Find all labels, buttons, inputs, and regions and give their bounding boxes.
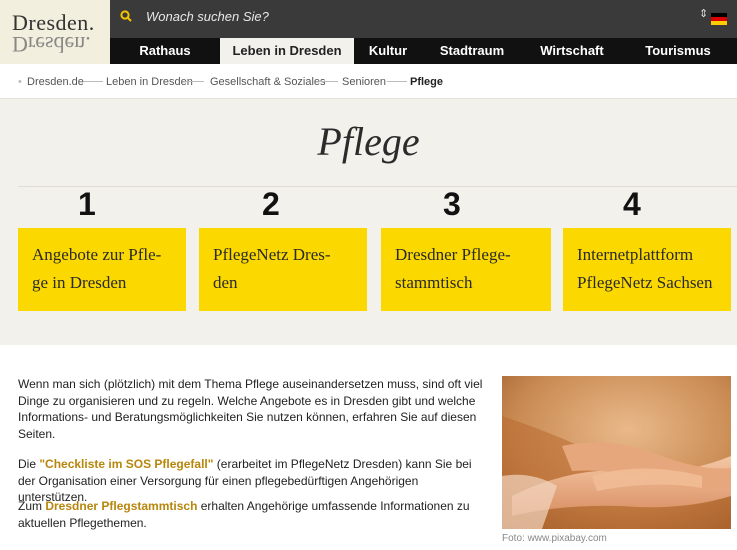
- nav-item-rathaus[interactable]: Rathaus: [110, 38, 220, 64]
- tile-angebote-zur-pflege[interactable]: Angebote zur Pfle- ge in Dresden: [18, 228, 186, 311]
- tile-dresdner-pflegestammtisch[interactable]: Dresdner Pflege- stammtisch: [381, 228, 551, 311]
- breadcrumb-item[interactable]: Gesellschaft & Soziales: [210, 76, 326, 88]
- breadcrumb-current: Pflege: [410, 76, 444, 88]
- intro-paragraph: Wenn man sich (plötzlich) mit dem Thema …: [18, 377, 483, 441]
- site-header: Dresden. Dresden. Wonach suchen Sie? ⇕ R…: [0, 0, 737, 64]
- breadcrumb-dot-icon: •: [18, 76, 22, 88]
- german-flag-icon: [711, 13, 727, 25]
- tile-label-line: Angebote zur Pfle-: [32, 245, 162, 264]
- tile-label-line: PflegeNetz Dres-: [213, 245, 331, 264]
- tile-number-3: 3: [443, 186, 461, 222]
- search-bar[interactable]: Wonach suchen Sie? ⇕: [110, 0, 737, 38]
- language-selector[interactable]: ⇕: [695, 8, 733, 27]
- nav-item-kultur[interactable]: Kultur: [354, 38, 422, 64]
- tile-number-2: 2: [262, 186, 280, 222]
- nav-item-leben-in-dresden[interactable]: Leben in Dresden: [220, 38, 354, 64]
- updown-arrows-icon: ⇕: [699, 8, 709, 20]
- tile-label-line: stammtisch: [395, 273, 473, 292]
- breadcrumb-item[interactable]: Dresden.de: [27, 76, 84, 88]
- tile-label-line: ge in Dresden: [32, 273, 127, 292]
- breadcrumb-separator: [387, 81, 407, 82]
- search-icon[interactable]: [120, 10, 132, 22]
- tile-pflegenetz-dresden[interactable]: PflegeNetz Dres- den: [199, 228, 367, 311]
- nav-item-stadtraum[interactable]: Stadtraum: [422, 38, 522, 64]
- paragraph-text: Die: [18, 457, 40, 471]
- checkliste-link[interactable]: "Checkliste im SOS Pflegefall": [39, 457, 213, 471]
- tile-label-line: Internetplattform: [577, 245, 694, 264]
- breadcrumb-separator: [83, 81, 103, 82]
- nav-item-wirtschaft[interactable]: Wirtschaft: [522, 38, 622, 64]
- photo-caption: Foto: www.pixabay.com: [502, 533, 607, 544]
- tile-number-1: 1: [78, 186, 96, 222]
- breadcrumb-item[interactable]: Leben in Dresden: [106, 76, 193, 88]
- breadcrumb-separator: [318, 81, 338, 82]
- tile-number-4: 4: [623, 186, 641, 222]
- breadcrumb-separator: [184, 81, 204, 82]
- nav-item-tourismus[interactable]: Tourismus: [622, 38, 734, 64]
- hands-photo: [502, 376, 731, 529]
- paragraph-text: Zum: [18, 499, 46, 513]
- tile-internetplattform-pflegenetz-sachsen[interactable]: Internetplattform PflegeNetz Sachsen: [563, 228, 731, 311]
- tile-label-line: den: [213, 273, 238, 292]
- dresden-logo[interactable]: Dresden. Dresden.: [0, 0, 111, 64]
- breadcrumb: • Dresden.de Leben in Dresden Gesellscha…: [0, 64, 737, 99]
- tile-label-line: Dresdner Pflege-: [395, 245, 511, 264]
- tile-label-line: PflegeNetz Sachsen: [577, 273, 713, 292]
- stammtisch-paragraph: Zum Dresdner Pflegstammtisch erhalten An…: [18, 498, 488, 531]
- pflegestammtisch-link[interactable]: Dresdner Pflegstammtisch: [45, 499, 197, 513]
- page-title: Pflege: [317, 119, 420, 164]
- breadcrumb-item[interactable]: Senioren: [342, 76, 386, 88]
- main-navigation: Rathaus Leben in Dresden Kultur Stadtrau…: [110, 38, 737, 64]
- logo-reflection: Dresden.: [12, 32, 91, 57]
- search-input[interactable]: Wonach suchen Sie?: [146, 9, 269, 24]
